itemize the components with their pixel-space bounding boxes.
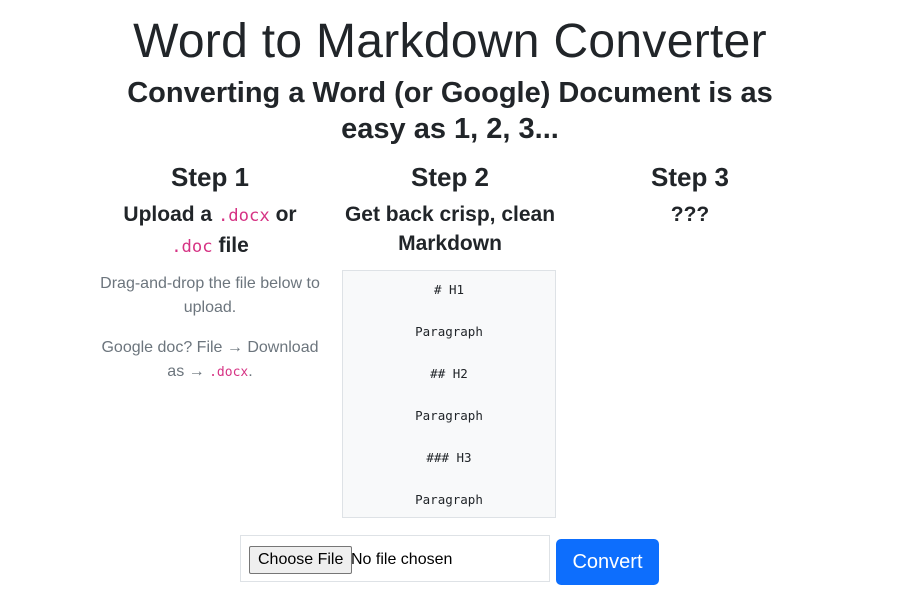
step-3-heading: Step 3 bbox=[650, 162, 730, 192]
step-1-desc-suffix: file bbox=[212, 234, 249, 257]
google-docx-code: .docx bbox=[209, 365, 249, 380]
markdown-line: Paragraph bbox=[415, 492, 483, 507]
google-doc-help: Google doc? File → Download as → .docx. bbox=[95, 336, 325, 385]
markdown-line: Paragraph bbox=[415, 324, 483, 339]
step-2-heading: Step 2 bbox=[410, 162, 490, 192]
page: Word to Markdown Converter Converting a … bbox=[0, 0, 900, 600]
markdown-line: ## H2 bbox=[430, 366, 468, 381]
step-1-heading: Step 1 bbox=[170, 162, 250, 192]
convert-button[interactable]: Convert bbox=[556, 539, 659, 585]
step-3-description: ??? bbox=[670, 203, 710, 226]
page-subtitle: Converting a Word (or Google) Document i… bbox=[127, 77, 773, 145]
markdown-line: ### H3 bbox=[426, 450, 472, 465]
drag-drop-help: Drag-and-drop the file below to upload. bbox=[100, 275, 320, 316]
markdown-sample-box: # H1 Paragraph ## H2 Paragraph ### H3 Pa… bbox=[342, 270, 556, 518]
docx-code: .docx bbox=[217, 206, 270, 226]
markdown-line: Paragraph bbox=[415, 408, 483, 423]
step-2: Step 2 Get back crisp, clean Markdown bbox=[335, 160, 565, 268]
google-doc-help-suffix: . bbox=[248, 363, 253, 380]
step-1-description: Upload a .docx or .doc file bbox=[95, 200, 325, 262]
step-2-description: Get back crisp, clean Markdown bbox=[344, 203, 556, 255]
step-1-desc-mid: or bbox=[269, 203, 297, 226]
file-input[interactable]: Choose File No file chosen bbox=[240, 535, 550, 582]
markdown-line: # H1 bbox=[433, 282, 465, 297]
file-status: No file chosen bbox=[351, 551, 453, 568]
page-title: Word to Markdown Converter bbox=[133, 15, 767, 68]
step-1-desc-prefix: Upload a bbox=[123, 203, 218, 226]
step-3: Step 3 ??? bbox=[575, 160, 805, 239]
choose-file-button[interactable]: Choose File bbox=[249, 546, 353, 574]
step-1: Step 1 Upload a .docx or .doc file Drag-… bbox=[95, 160, 325, 401]
doc-code: .doc bbox=[171, 237, 213, 257]
